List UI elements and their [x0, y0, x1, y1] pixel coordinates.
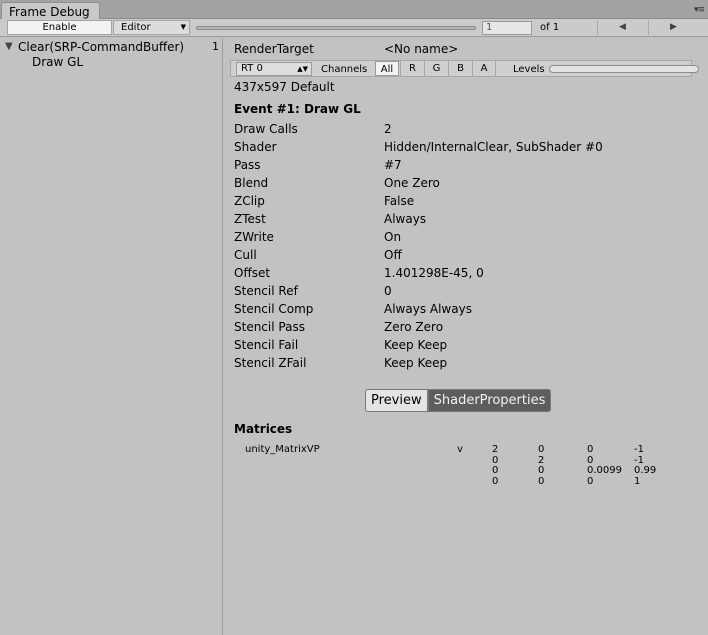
prop-label-cull: Cull — [234, 248, 257, 262]
prop-value-offset: 1.401298E-45, 0 — [384, 266, 484, 280]
tree-item-draw-gl[interactable]: Draw GL — [0, 54, 223, 70]
matrix-cell: 2 — [492, 444, 499, 455]
prop-label-stencil-comp: Stencil Comp — [234, 302, 314, 316]
prop-value-stencil-ref: 0 — [384, 284, 392, 298]
render-target-size: 437x597 Default — [234, 80, 335, 94]
tree-item-label: Draw GL — [32, 55, 84, 69]
window-tab-frame-debug[interactable]: Frame Debug — [1, 2, 100, 20]
previous-arrow-icon: ◀ — [619, 22, 626, 32]
matrix-cell: 0.99 — [634, 465, 657, 476]
next-event-button[interactable]: ▶ — [648, 20, 698, 35]
matrix-cell: -1 — [634, 454, 644, 466]
event-details: RenderTarget <No name> RT 0 ▲▼ Channels … — [224, 38, 708, 635]
prop-label-draw-calls: Draw Calls — [234, 122, 298, 136]
matrix-stage: v — [457, 444, 463, 455]
event-count-label: of 1 — [540, 22, 560, 33]
matrix-cell: 0 — [538, 475, 545, 487]
tree-item-label: Clear(SRP-CommandBuffer) — [18, 40, 185, 54]
previous-event-button[interactable]: ◀ — [597, 20, 647, 35]
prop-label-blend: Blend — [234, 176, 269, 190]
channel-r-button[interactable]: R — [400, 61, 424, 76]
prop-value-draw-calls: 2 — [384, 122, 392, 136]
render-target-toolbar: RT 0 ▲▼ Channels All R G B A Levels — [230, 60, 699, 77]
matrix-cell: 0 — [492, 475, 499, 487]
prop-label-stencil-ref: Stencil Ref — [234, 284, 298, 298]
prop-value-stencil-zfail: Keep Keep — [384, 356, 448, 370]
render-target-select[interactable]: RT 0 ▲▼ — [236, 62, 312, 76]
prop-value-stencil-comp: Always Always — [384, 302, 472, 316]
toolbar: Enable Editor ▼ 1 of 1 ◀ ▶ — [0, 19, 708, 37]
channel-all-button[interactable]: All — [375, 61, 399, 76]
prop-value-zclip: False — [384, 194, 415, 208]
prop-value-zwrite: On — [384, 230, 402, 244]
channel-g-button[interactable]: G — [424, 61, 448, 76]
prop-value-pass: #7 — [384, 158, 402, 172]
shader-properties-tab[interactable]: ShaderProperties — [427, 389, 552, 412]
tree-item-clear[interactable]: ▼ Clear(SRP-CommandBuffer) 1 — [0, 39, 223, 55]
prop-value-shader: Hidden/InternalClear, SubShader #0 — [384, 140, 603, 154]
prop-label-ztest: ZTest — [234, 212, 266, 226]
channels-label: Channels — [321, 64, 368, 75]
target-dropdown[interactable]: Editor ▼ — [113, 20, 190, 35]
matrix-cell: 0 — [538, 444, 545, 455]
updown-arrow-icon: ▲▼ — [297, 65, 308, 73]
event-title: Event #1: Draw GL — [234, 102, 361, 116]
matrix-cell: 2 — [538, 454, 545, 466]
levels-slider[interactable] — [549, 65, 699, 73]
prop-value-ztest: Always — [384, 212, 427, 226]
matrix-cell: 0 — [587, 444, 594, 455]
matrix-cell: 0 — [538, 465, 545, 476]
matrices-heading: Matrices — [234, 422, 293, 436]
prop-value-cull: Off — [384, 248, 402, 262]
preview-tab[interactable]: Preview — [365, 389, 428, 412]
window-tab-strip — [0, 0, 708, 19]
prop-label-stencil-fail: Stencil Fail — [234, 338, 299, 352]
event-slider[interactable] — [196, 26, 476, 30]
matrix-cell: 1 — [634, 475, 641, 487]
prop-value-blend: One Zero — [384, 176, 440, 190]
tree-item-count: 1 — [212, 40, 219, 53]
view-toggle: Preview ShaderProperties — [365, 389, 552, 412]
prop-label-offset: Offset — [234, 266, 271, 280]
event-index-field[interactable]: 1 — [482, 21, 532, 35]
levels-label: Levels — [513, 64, 545, 75]
window-menu-icon[interactable]: ▾≡ — [694, 5, 705, 15]
prop-label-shader: Shader — [234, 140, 277, 154]
matrix-cell: 0 — [587, 475, 594, 487]
matrix-cell: 0 — [492, 465, 499, 476]
matrix-cell: 0 — [492, 454, 499, 466]
matrix-cell: -1 — [634, 444, 644, 455]
target-dropdown-label: Editor — [121, 22, 151, 33]
next-arrow-icon: ▶ — [670, 22, 677, 32]
matrix-cell: 0.0099 — [587, 465, 622, 476]
matrix-cell: 0 — [587, 454, 594, 466]
expand-arrow-icon[interactable]: ▼ — [5, 39, 13, 55]
render-target-label: RenderTarget — [234, 42, 314, 56]
prop-label-pass: Pass — [234, 158, 261, 172]
prop-value-stencil-pass: Zero Zero — [384, 320, 444, 334]
render-target-select-label: RT 0 — [241, 63, 263, 74]
prop-label-zwrite: ZWrite — [234, 230, 274, 244]
event-tree: ▼ Clear(SRP-CommandBuffer) 1 Draw GL — [0, 38, 223, 635]
prop-label-zclip: ZClip — [234, 194, 265, 208]
render-target-value: <No name> — [384, 42, 459, 56]
enable-button[interactable]: Enable — [7, 20, 112, 35]
prop-value-stencil-fail: Keep Keep — [384, 338, 448, 352]
channel-a-button[interactable]: A — [472, 61, 496, 76]
channel-b-button[interactable]: B — [448, 61, 472, 76]
matrix-name: unity_MatrixVP — [245, 444, 320, 455]
prop-label-stencil-zfail: Stencil ZFail — [234, 356, 307, 370]
prop-label-stencil-pass: Stencil Pass — [234, 320, 305, 334]
dropdown-arrow-icon: ▼ — [180, 23, 186, 31]
